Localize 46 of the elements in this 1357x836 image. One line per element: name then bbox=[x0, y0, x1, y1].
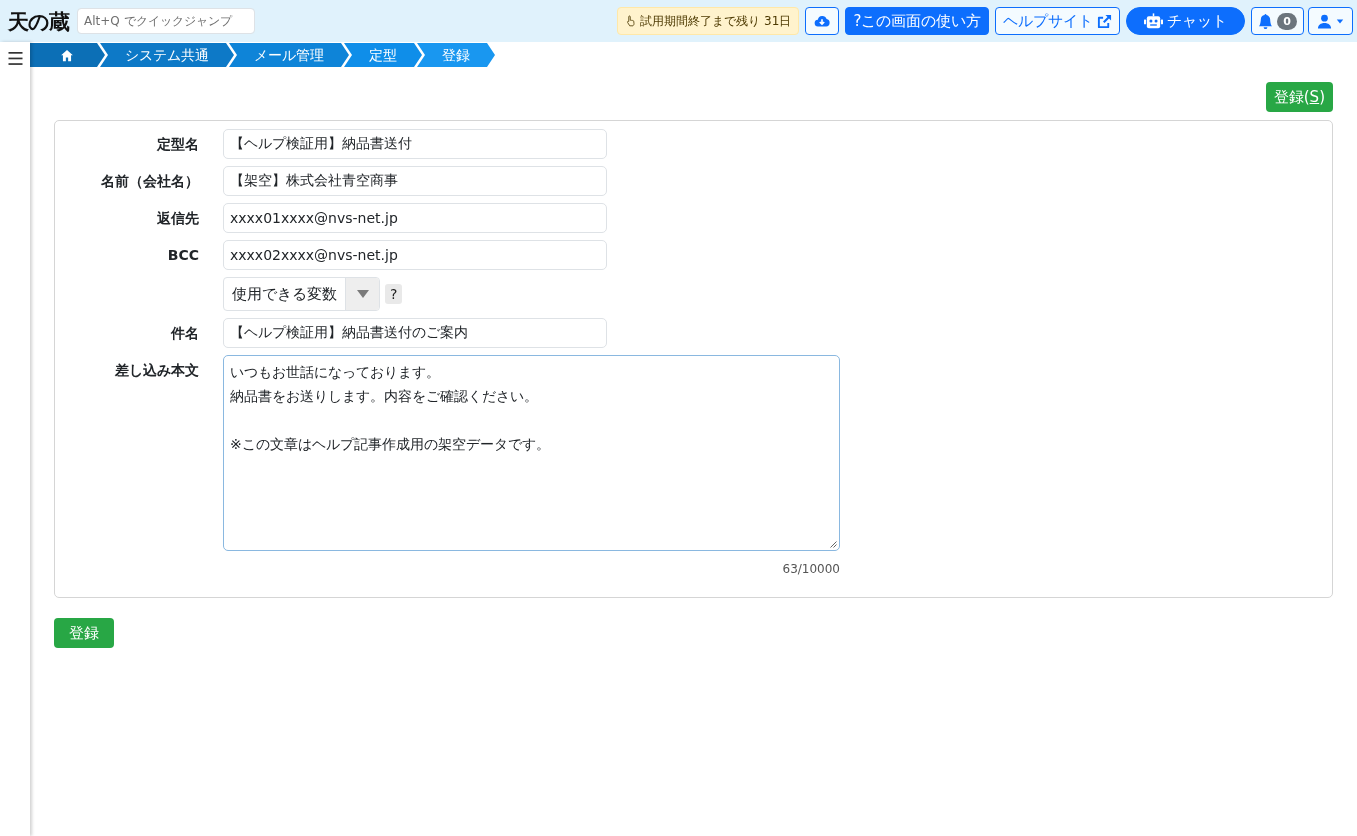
resize-grip-icon[interactable] bbox=[829, 540, 837, 548]
trial-notice: 試用期間終了まで残り 31日 bbox=[617, 7, 800, 35]
text-field[interactable]: xxxx01xxxx@nvs-net.jp bbox=[223, 203, 607, 233]
help-button[interactable]: ?この画面の使い方 bbox=[845, 7, 990, 35]
bell-icon bbox=[1258, 13, 1274, 29]
field-label: BCC bbox=[166, 246, 199, 265]
menu-icon[interactable] bbox=[7, 52, 23, 65]
robot-icon bbox=[1144, 13, 1164, 29]
field-label: 返信先 bbox=[156, 209, 199, 228]
body-text-line: ※この文章はヘルプ記事作成用の架空データです。 bbox=[230, 435, 551, 454]
breadcrumb-link[interactable]: 定型 bbox=[344, 43, 422, 67]
text-field[interactable]: 【架空】株式会社青空商事 bbox=[223, 166, 607, 196]
body-text-line: いつもお世話になっております。 bbox=[230, 363, 441, 382]
help-button[interactable]: ? bbox=[385, 284, 403, 304]
cloud-download-button[interactable] bbox=[805, 7, 840, 35]
breadcrumb-link[interactable]: メール管理 bbox=[229, 43, 349, 67]
field-label: 差し込み本文 bbox=[114, 361, 199, 380]
home-breadcrumb[interactable] bbox=[30, 43, 105, 67]
user-icon bbox=[1317, 13, 1332, 29]
variables-dropdown[interactable]: 使用できる変数 bbox=[223, 277, 380, 311]
home-icon bbox=[60, 48, 74, 62]
chat-button[interactable]: チャット bbox=[1126, 7, 1246, 35]
save-button[interactable]: 登録(S) bbox=[1265, 82, 1333, 112]
user-menu-button[interactable] bbox=[1308, 7, 1353, 35]
breadcrumb-link[interactable]: システム共通 bbox=[100, 43, 234, 67]
character-counter: 63/10000 bbox=[781, 561, 840, 578]
notification-count: 0 bbox=[1277, 12, 1297, 30]
external-link-icon bbox=[1097, 13, 1113, 29]
help-site-link[interactable]: ヘルプサイト bbox=[995, 7, 1121, 35]
field-label: 定型名 bbox=[156, 135, 199, 154]
pointing-hand-icon bbox=[625, 15, 638, 27]
cloud-download-icon bbox=[813, 13, 832, 29]
breadcrumb-link[interactable]: 登録 bbox=[417, 43, 495, 67]
notifications-button[interactable]: 0 bbox=[1251, 7, 1304, 35]
message-body-field[interactable]: いつもお世話になっております。 納品書をお送りします。内容をご確認ください。 ※この文章はヘルプ記事作成用の架空データです。 bbox=[223, 355, 840, 551]
text-field[interactable]: 【ヘルプ検証用】納品書送付 bbox=[223, 129, 607, 159]
quick-jump-field[interactable]: Alt+Q でクイックジャンプ bbox=[77, 8, 255, 34]
app-logo: 天の蔵 bbox=[8, 10, 69, 32]
submit-button[interactable]: 登録 bbox=[54, 618, 114, 648]
field-label: 名前（会社名） bbox=[100, 172, 199, 191]
body-text-line: 納品書をお送りします。内容をご確認ください。 bbox=[230, 387, 539, 406]
text-field[interactable]: xxxx02xxxx@nvs-net.jp bbox=[223, 240, 607, 270]
text-field[interactable]: 【ヘルプ検証用】納品書送付のご案内 bbox=[223, 318, 607, 348]
field-label: 件名 bbox=[170, 324, 199, 343]
caret-icon bbox=[1336, 18, 1344, 24]
dropdown-arrow-icon bbox=[356, 290, 369, 298]
